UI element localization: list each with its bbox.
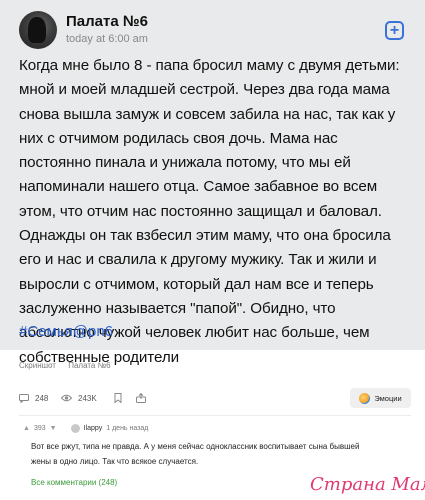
post-time: today at 6:00 am [66, 33, 148, 45]
comment-text: Вот все ржут, типа не правда. А у меня с… [31, 442, 360, 466]
emoji-button[interactable]: Эмоции [350, 388, 411, 408]
views-count: 243K [78, 393, 97, 403]
comment-icon [19, 393, 29, 403]
bookmark-icon [114, 393, 122, 403]
divider [19, 415, 411, 416]
comment-meta: ▲ 393 ▼ Ilappy 1 день назад [19, 422, 148, 434]
upvote-icon[interactable]: ▲ [23, 425, 30, 432]
stats-row: 248 243K Эмоции [19, 388, 411, 408]
comments-stat[interactable]: 248 [19, 388, 48, 408]
post-header: Палата №6 today at 6:00 am + [19, 11, 409, 51]
emoji-label: Эмоции [374, 393, 402, 403]
tag-link[interactable]: Скриншот [19, 361, 56, 370]
add-button[interactable]: + [385, 21, 404, 40]
avatar[interactable] [19, 11, 57, 49]
comments-count: 248 [35, 393, 49, 403]
comment-user[interactable]: Ilappy [84, 425, 103, 432]
plus-icon: + [389, 21, 400, 39]
post-author[interactable]: Палата №6 [66, 13, 148, 30]
views-stat: 243K [61, 388, 97, 408]
tag-link[interactable]: Палата №6 [68, 361, 110, 370]
share-button[interactable] [136, 388, 152, 408]
eye-icon [61, 394, 72, 402]
post-card: Палата №6 today at 6:00 am + Когда мне б… [0, 0, 425, 366]
comment-rating: 393 [33, 424, 46, 432]
comment-time: 1 день назад [106, 424, 149, 432]
share-icon [136, 393, 146, 403]
comment-avatar[interactable] [70, 423, 80, 433]
all-comments-link[interactable]: Все комментарии (248) [31, 478, 117, 487]
bookmark-button[interactable] [114, 388, 128, 408]
downvote-icon[interactable]: ▼ [50, 425, 57, 432]
hashtag-link[interactable]: #Семья@рn6 [19, 323, 113, 340]
emoji-icon [359, 392, 371, 404]
site-watermark: Страна Мам [310, 474, 425, 495]
tags-row: Скриншот Палата №6 [19, 361, 121, 375]
